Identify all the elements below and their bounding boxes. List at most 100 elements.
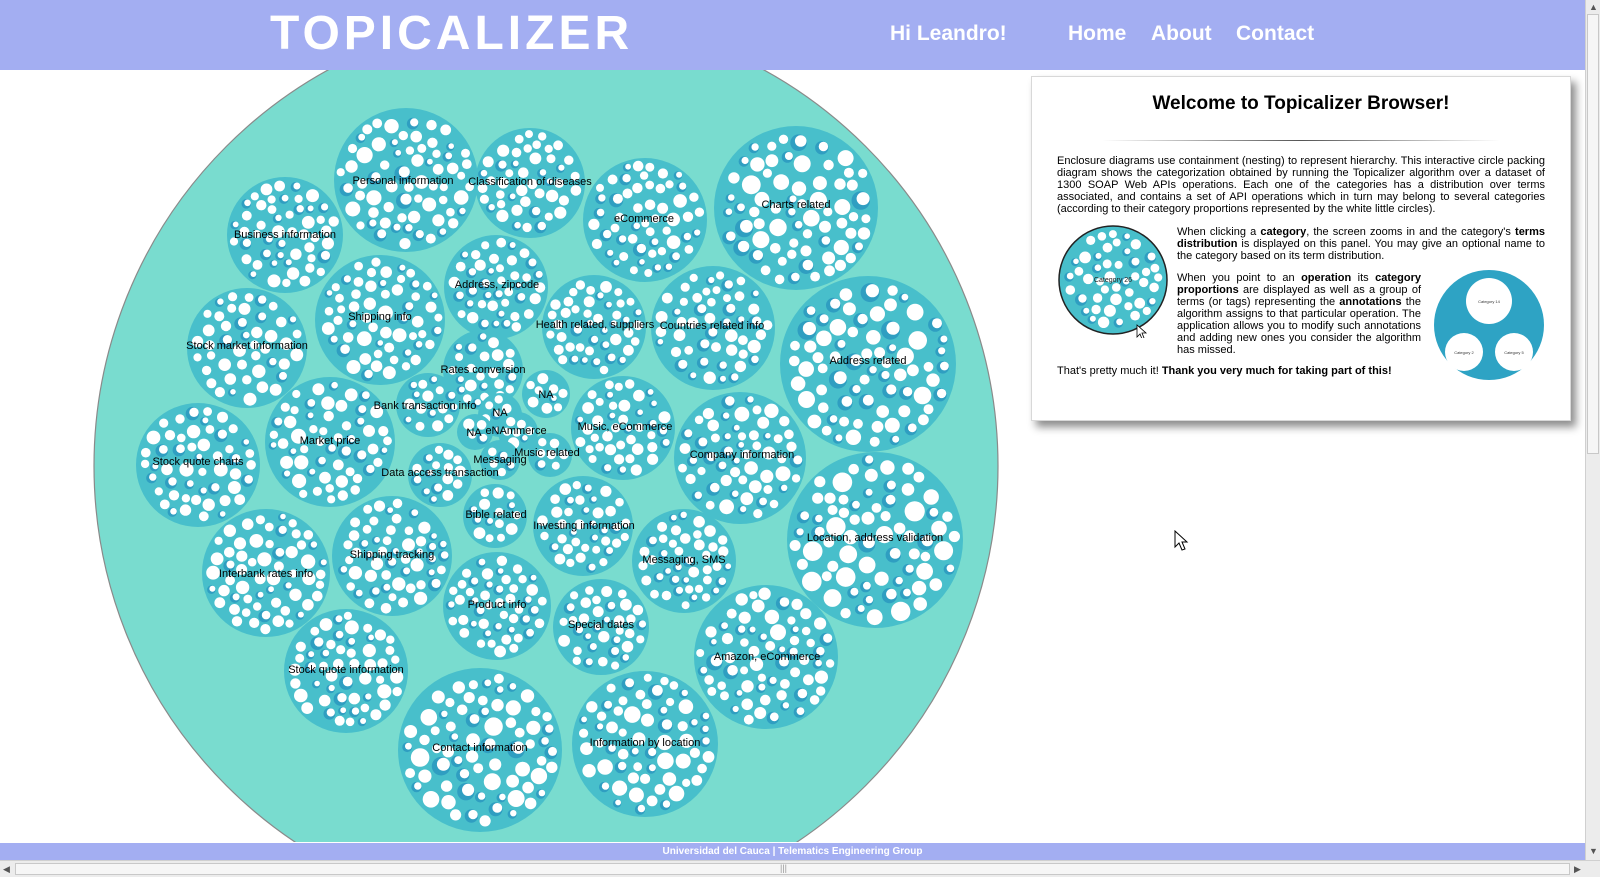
operation-circle[interactable] [206, 351, 216, 360]
operation-circle[interactable] [666, 697, 675, 707]
operation-circle[interactable] [657, 521, 668, 532]
operation-circle[interactable] [341, 421, 352, 431]
operation-circle[interactable] [685, 473, 696, 485]
operation-circle[interactable] [626, 297, 635, 306]
operation-circle[interactable] [824, 492, 836, 504]
operation-circle[interactable] [228, 424, 238, 434]
operation-circle[interactable] [417, 143, 427, 153]
operation-circle[interactable] [640, 773, 651, 785]
operation-circle[interactable] [379, 217, 391, 229]
operation-circle[interactable] [908, 331, 927, 350]
operation-circle[interactable] [880, 460, 895, 475]
operation-circle[interactable] [798, 361, 814, 377]
operation-circle[interactable] [489, 758, 502, 771]
operation-circle[interactable] [845, 429, 862, 445]
operation-circle[interactable] [632, 182, 643, 194]
operation-circle[interactable] [432, 214, 445, 227]
operation-circle[interactable] [866, 609, 883, 626]
operation-circle[interactable] [760, 265, 771, 276]
operation-circle[interactable] [789, 238, 799, 248]
operation-circle[interactable] [376, 675, 385, 684]
operation-circle[interactable] [401, 362, 411, 371]
operation-circle[interactable] [482, 156, 494, 168]
operation-circle[interactable] [738, 475, 748, 485]
operation-circle[interactable] [791, 598, 803, 611]
operation-circle[interactable] [646, 795, 658, 807]
operation-circle[interactable] [748, 430, 759, 441]
operation-circle[interactable] [814, 617, 827, 630]
operation-circle[interactable] [817, 363, 828, 374]
operation-circle[interactable] [351, 289, 361, 299]
operation-circle[interactable] [598, 631, 610, 643]
operation-circle[interactable] [241, 254, 252, 265]
operation-circle[interactable] [934, 541, 954, 561]
operation-circle[interactable] [364, 598, 375, 609]
operation-circle[interactable] [491, 698, 504, 712]
operation-circle[interactable] [747, 339, 761, 354]
operation-circle[interactable] [205, 425, 215, 434]
operation-circle[interactable] [546, 330, 555, 339]
operation-circle[interactable] [465, 587, 475, 597]
operation-circle[interactable] [1102, 259, 1112, 269]
operation-circle[interactable] [1100, 285, 1109, 294]
operation-circle[interactable] [625, 379, 635, 389]
operation-circle[interactable] [140, 459, 150, 469]
operation-circle[interactable] [884, 298, 897, 312]
operation-circle[interactable] [203, 407, 213, 416]
operation-circle[interactable] [289, 588, 302, 601]
operation-circle[interactable] [840, 608, 851, 619]
operation-circle[interactable] [763, 485, 773, 494]
operation-circle[interactable] [618, 399, 631, 412]
operation-circle[interactable] [1079, 251, 1091, 264]
operation-circle[interactable] [616, 299, 625, 308]
operation-circle[interactable] [639, 171, 649, 180]
operation-circle[interactable] [505, 717, 517, 728]
operation-circle[interactable] [764, 403, 779, 418]
operation-circle[interactable] [315, 569, 326, 580]
operation-circle[interactable] [280, 402, 290, 412]
operation-circle[interactable] [523, 309, 534, 319]
operation-circle[interactable] [847, 326, 859, 338]
operation-circle[interactable] [419, 734, 430, 746]
operation-circle[interactable] [508, 613, 519, 624]
operation-circle[interactable] [511, 322, 522, 332]
operation-circle[interactable] [864, 468, 878, 482]
operation-circle[interactable] [381, 570, 392, 580]
operation-circle[interactable] [251, 351, 261, 361]
operation-circle[interactable] [363, 297, 376, 310]
operation-circle[interactable] [301, 215, 315, 229]
operation-circle[interactable] [327, 495, 336, 504]
operation-circle[interactable] [929, 578, 943, 591]
operation-circle[interactable] [359, 353, 372, 365]
operation-circle[interactable] [754, 707, 767, 719]
operation-circle[interactable] [565, 342, 575, 352]
operation-circle[interactable] [787, 616, 796, 625]
operation-circle[interactable] [592, 507, 604, 519]
operation-circle[interactable] [586, 286, 595, 295]
operation-circle[interactable] [294, 455, 309, 470]
operation-circle[interactable] [627, 772, 640, 784]
operation-circle[interactable] [312, 383, 325, 396]
operation-circle[interactable] [335, 293, 344, 303]
operation-circle[interactable] [380, 289, 390, 299]
operation-circle[interactable] [434, 313, 443, 322]
operation-circle[interactable] [1142, 306, 1151, 316]
operation-circle[interactable] [198, 467, 207, 476]
operation-circle[interactable] [752, 405, 762, 415]
operation-circle[interactable] [245, 449, 255, 458]
operation-circle[interactable] [229, 468, 242, 480]
operation-circle[interactable] [242, 375, 252, 385]
operation-circle[interactable] [494, 673, 504, 684]
operation-circle[interactable] [383, 201, 394, 213]
operation-circle[interactable] [643, 673, 652, 682]
operation-circle[interactable] [585, 445, 594, 454]
operation-circle[interactable] [720, 691, 729, 701]
operation-circle[interactable] [295, 641, 306, 652]
operation-circle[interactable] [613, 706, 624, 716]
operation-circle[interactable] [630, 464, 642, 476]
operation-circle[interactable] [410, 354, 421, 366]
operation-circle[interactable] [457, 579, 467, 589]
operation-circle[interactable] [845, 252, 856, 264]
operation-circle[interactable] [582, 764, 596, 778]
operation-circle[interactable] [689, 192, 699, 202]
